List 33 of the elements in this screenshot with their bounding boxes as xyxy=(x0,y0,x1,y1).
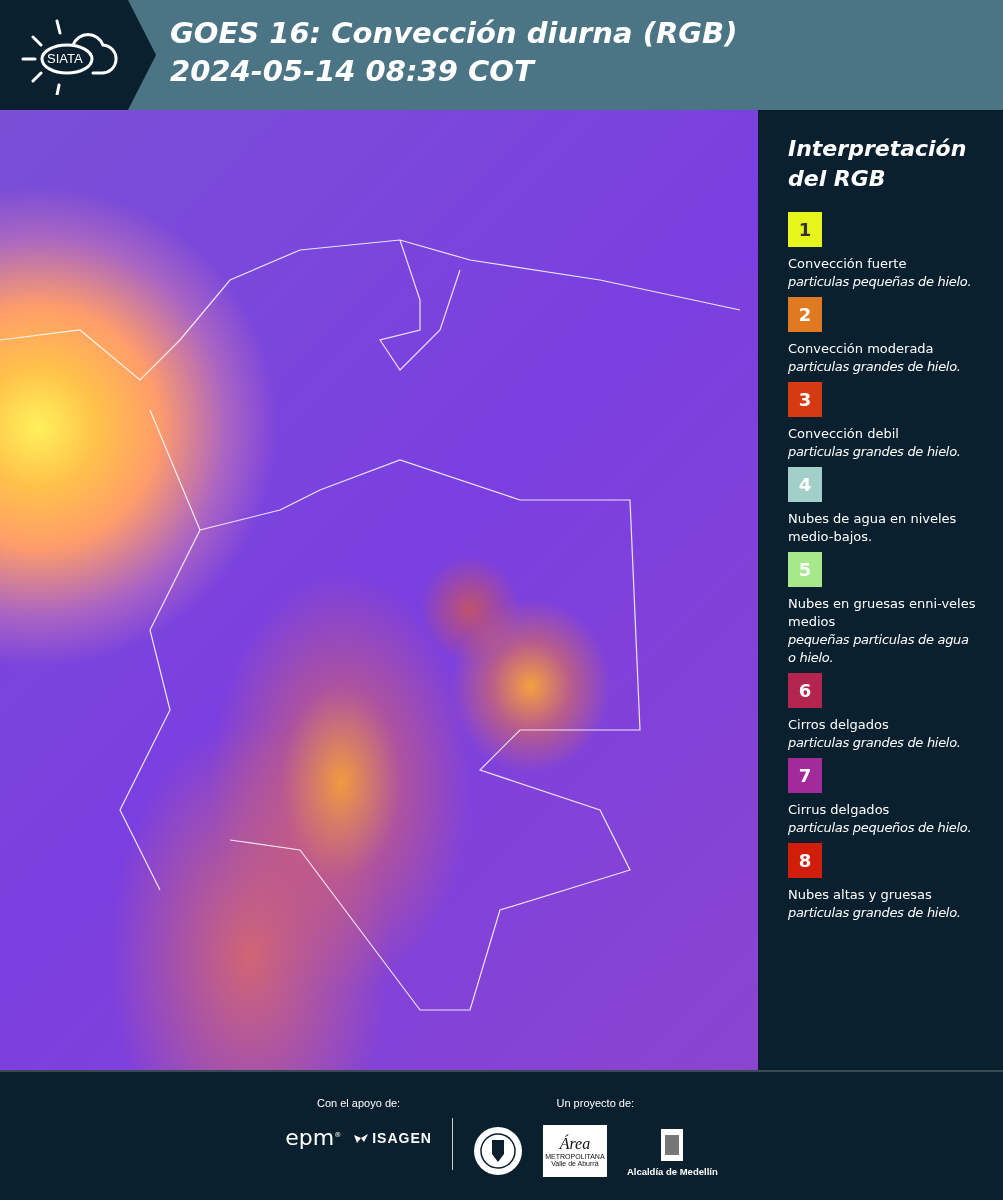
logo-text: SIATA xyxy=(47,51,83,66)
legend-label: Nubes altas y gruesas xyxy=(788,886,933,904)
legend-description: particulas pequeñas de hielo. xyxy=(788,273,973,291)
legend-description: pequeñas particulas de agua o hielo. xyxy=(788,631,970,667)
map-timestamp: 2024-05-14 08:39 COT xyxy=(170,53,537,90)
legend-label: Cirros delgados xyxy=(788,716,890,734)
legend-label: Cirrus delgados xyxy=(788,801,891,819)
support-caption: Con el apoyo de: xyxy=(317,1097,401,1109)
color-swatch: 7 xyxy=(788,758,822,793)
map-title: GOES 16: Convección diurna (RGB) xyxy=(170,15,738,52)
legend-description: particulas grandes de hielo. xyxy=(788,358,962,376)
epm-logo: epm$^{®}$ xyxy=(285,1125,342,1150)
seal-icon xyxy=(472,1126,523,1176)
color-swatch: 8 xyxy=(788,843,822,878)
color-swatch: 6 xyxy=(788,673,822,708)
area-text: Área xyxy=(559,1135,591,1153)
legend-label: Convección fuerte xyxy=(788,255,908,273)
color-swatch: 1 xyxy=(788,212,822,247)
color-swatch: 4 xyxy=(788,467,822,502)
legend-label: Convección debil xyxy=(788,425,900,443)
legend-title: Interpretación del RGB xyxy=(788,135,968,193)
isagen-text: ISAGEN xyxy=(372,1129,432,1146)
legend-label: Nubes de agua en niveles medio-bajos. xyxy=(788,510,958,546)
project-caption: Un proyecto de: xyxy=(556,1097,635,1109)
color-swatch: 2 xyxy=(788,297,822,332)
color-swatch: 3 xyxy=(788,382,822,417)
legend-description: particulas grandes de hielo. xyxy=(788,443,962,461)
legend-description: particulas pequeños de hielo. xyxy=(788,819,973,837)
color-swatch: 5 xyxy=(788,552,822,587)
alcaldia-text: Alcaldía de Medellín xyxy=(626,1166,718,1177)
legend-description: particulas grandes de hielo. xyxy=(788,904,962,922)
legend-description: particulas grandes de hielo. xyxy=(788,734,962,752)
legend-label: Convección moderada xyxy=(788,340,935,358)
